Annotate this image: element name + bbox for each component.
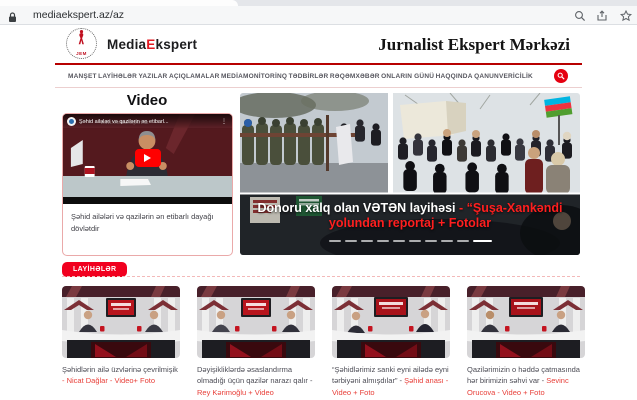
studio-image (332, 286, 450, 358)
project-card-thumbnail (197, 286, 315, 358)
lock-icon (8, 10, 17, 28)
player-controls-bar[interactable] (63, 197, 232, 204)
youtube-more-icon[interactable]: ⋮ (221, 118, 228, 125)
slider-dot[interactable] (441, 240, 453, 242)
video-card: www.mediaekspert.az Şəhid ailələri və qa… (62, 113, 233, 256)
project-card-caption[interactable]: Şəhidlərin ailə üzvlərinə çevrilmişik - … (62, 364, 180, 387)
url-text[interactable]: mediaekspert.az/az (33, 9, 124, 21)
nav-item-yazilar[interactable]: YAZILAR (138, 73, 167, 80)
project-card[interactable]: “Şəhidlərimiz sanki eyni ailədə eyni tər… (332, 286, 450, 398)
video-caption[interactable]: Şəhid ailələri və qazilərin ən etibarlı … (63, 204, 232, 241)
slider-dot[interactable] (377, 240, 389, 242)
project-card-caption[interactable]: Qazilərimizin o həddə çatmasında hər bir… (467, 364, 585, 398)
featured-headline[interactable]: Donoru xalq olan VƏTƏN layihəsi - “Şuşa-… (250, 201, 570, 231)
youtube-player[interactable]: www.mediaekspert.az Şəhid ailələri və qa… (63, 114, 232, 204)
browser-window: mediaekspert.az/az JEM MediaEkspert Jurn… (0, 0, 637, 400)
brand-part-rest: kspert (155, 37, 197, 52)
nav-item-tedbirler[interactable]: TƏDBİRLƏR (289, 73, 329, 80)
nav-item-aciqlamalar[interactable]: AÇIQLAMALAR (169, 73, 220, 80)
caption-text: Şəhidlərin ailə üzvlərinə çevrilmişik (62, 365, 178, 374)
studio-image (197, 286, 315, 358)
youtube-video-title[interactable]: Şəhid ailələri və qazilərin ən etibarl..… (79, 119, 218, 125)
slider-dot[interactable] (329, 240, 341, 242)
bookmark-icon[interactable] (620, 9, 632, 27)
project-card-thumbnail (62, 286, 180, 358)
caption-link: - Nicat Dağlar - Video+ Foto (62, 376, 155, 385)
slider-dot[interactable] (425, 240, 437, 242)
project-card-thumbnail (332, 286, 450, 358)
caption-text: Dəyişikliklərdə əsaslandırma olmadığı üç… (197, 365, 312, 385)
site-logo[interactable]: JEM (66, 28, 97, 59)
slider-pagination (240, 240, 580, 242)
logo-emblem-text: JEM (67, 51, 96, 56)
slider-dot[interactable] (409, 240, 421, 242)
caption-link: Rey Kərimoğlu + Video (197, 388, 274, 397)
project-card-caption[interactable]: Dəyişikliklərdə əsaslandırma olmadığı üç… (197, 364, 315, 398)
nav-item-haqqinda[interactable]: HAQQINDA (436, 73, 473, 80)
project-card[interactable]: Qazilərimizin o həddə çatmasında hər bir… (467, 286, 585, 398)
projects-tab[interactable]: LAYİHƏLƏR (62, 262, 127, 277)
main-navigation: MANŞET LAYİHƏLƏR YAZILAR AÇIQLAMALAR MED… (55, 63, 582, 88)
nav-item-mediamonitorinq[interactable]: MEDİAMONİTORİNQ (221, 73, 287, 80)
studio-image (467, 286, 585, 358)
projects-divider (62, 276, 580, 277)
featured-slider[interactable]: Donoru xalq olan VƏTƏN layihəsi - “Şuşa-… (240, 93, 580, 255)
play-button[interactable] (135, 149, 161, 167)
nav-item-reqemxeber[interactable]: RƏQƏMXƏBƏR (330, 73, 380, 80)
studio-image (62, 286, 180, 358)
project-card[interactable]: Dəyişikliklərdə əsaslandırma olmadığı üç… (197, 286, 315, 398)
brand-part-black: Media (107, 37, 146, 52)
slider-dot[interactable] (361, 240, 373, 242)
browser-address-bar[interactable]: mediaekspert.az/az (0, 6, 637, 25)
site-header: JEM MediaEkspert Jurnalist Ekspert Mərkə… (55, 26, 582, 63)
search-button[interactable] (554, 69, 568, 83)
slider-dot[interactable] (393, 240, 405, 242)
youtube-topbar: Şəhid ailələri və qazilərin ən etibarl..… (63, 114, 232, 129)
brand-name[interactable]: MediaEkspert (107, 37, 197, 52)
video-section-heading: Video (62, 92, 232, 109)
nav-item-layiheler[interactable]: LAYİHƏLƏR (98, 73, 137, 80)
project-card-caption[interactable]: “Şəhidlərimiz sanki eyni ailədə eyni tər… (332, 364, 450, 398)
headline-white-part: Donoru xalq olan VƏTƏN layihəsi (257, 201, 455, 215)
project-card-thumbnail (467, 286, 585, 358)
slider-dot[interactable] (345, 240, 357, 242)
slider-dot[interactable] (457, 240, 469, 242)
zoom-icon[interactable] (574, 9, 586, 27)
nav-item-onlarin-gunu[interactable]: ONLARIN GÜNÜ (381, 73, 434, 80)
channel-avatar[interactable] (67, 117, 76, 126)
project-card[interactable]: Şəhidlərin ailə üzvlərinə çevrilmişik - … (62, 286, 180, 387)
nav-item-qanunvericilik[interactable]: QANUNVERİCİLİK (474, 73, 533, 80)
slider-dot-active[interactable] (473, 240, 492, 242)
share-icon[interactable] (596, 9, 609, 27)
search-icon (557, 72, 565, 80)
nav-item-manset[interactable]: MANŞET (68, 73, 97, 80)
logo-emblem-figure (67, 29, 96, 53)
site-title: Jurnalist Ekspert Mərkəzi (378, 35, 570, 55)
